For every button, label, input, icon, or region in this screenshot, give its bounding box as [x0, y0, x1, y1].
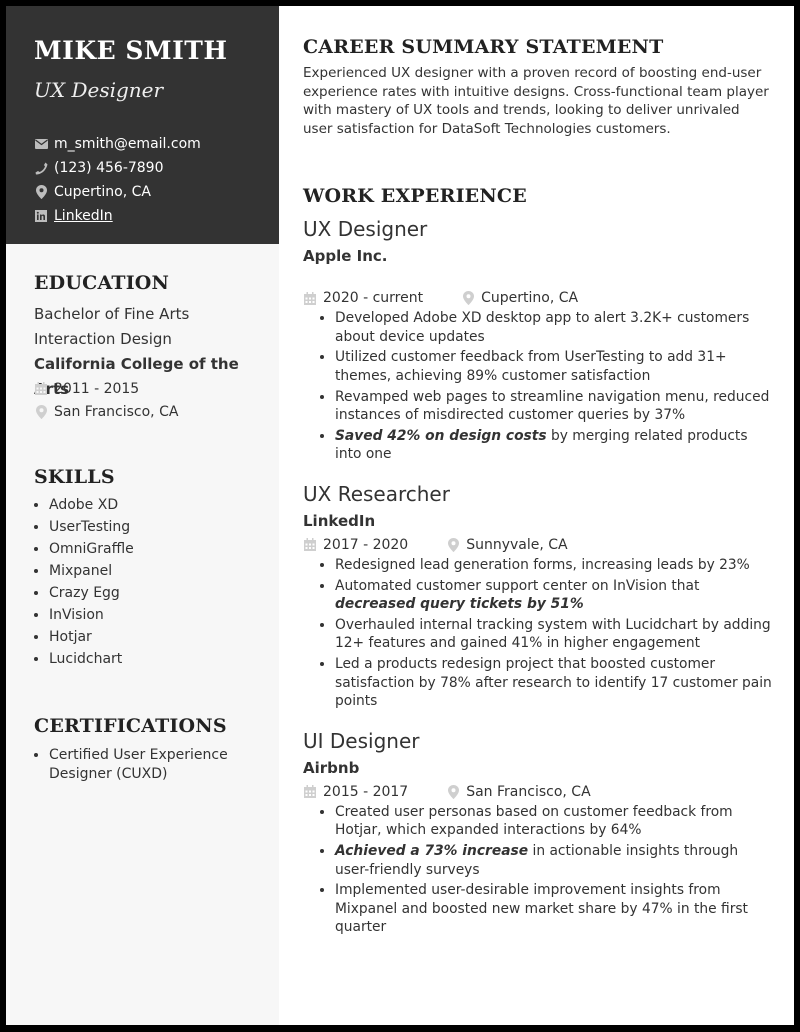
- skill-item: Adobe XD: [49, 494, 264, 516]
- job-dates: 2017 - 2020: [323, 536, 409, 553]
- education-dates-text: 2011 - 2015: [54, 380, 140, 397]
- job-bullet: Created user personas based on customer …: [335, 803, 773, 840]
- experience-section: WORK EXPERIENCE UX Designer Apple Inc. 2…: [303, 185, 773, 939]
- job-company: Apple Inc.: [303, 247, 388, 265]
- contact-phone: (123) 456-7890: [34, 156, 201, 180]
- education-location: San Francisco, CA: [34, 400, 264, 423]
- phone-text[interactable]: (123) 456-7890: [54, 160, 164, 176]
- job-location-text: Sunnyvale, CA: [466, 536, 568, 553]
- calendar-icon: [303, 538, 317, 552]
- job-bullet: Achieved a 73% increase in actionable in…: [335, 842, 773, 879]
- job-dates: 2020 - current: [323, 290, 424, 306]
- skills-heading: SKILLS: [34, 466, 115, 488]
- skill-item: Crazy Egg: [49, 582, 264, 604]
- experience-heading: WORK EXPERIENCE: [303, 185, 527, 207]
- candidate-name: MIKE SMITH: [34, 36, 228, 65]
- job-bullets: Developed Adobe XD desktop app to alert …: [303, 309, 773, 464]
- job-bullet: Developed Adobe XD desktop app to alert …: [335, 309, 773, 346]
- skill-item: Lucidchart: [49, 648, 264, 670]
- education-degree: Bachelor of Fine Arts: [34, 305, 190, 323]
- job-location-text: San Francisco, CA: [466, 783, 591, 800]
- calendar-icon: [303, 785, 317, 799]
- contact-list: m_smith@email.com (123) 456-7890 Cuperti…: [34, 132, 201, 228]
- contact-location: Cupertino, CA: [34, 180, 201, 204]
- job-location: Cupertino, CA: [461, 290, 578, 306]
- calendar-icon: [34, 382, 48, 396]
- job-bullet: Saved 42% on design costs by merging rel…: [335, 427, 773, 464]
- job-meta: 2015 - 2017 San Francisco, CA: [303, 781, 773, 803]
- job-bullet: Implemented user-desirable improvement i…: [335, 881, 773, 937]
- job-entry: UI Designer Airbnb 2015 - 2017 San Franc…: [303, 729, 773, 937]
- phone-icon: [34, 161, 48, 175]
- education-location-text: San Francisco, CA: [54, 403, 179, 420]
- education-section: EDUCATION Bachelor of Fine Arts Interact…: [34, 272, 264, 423]
- summary-heading: CAREER SUMMARY STATEMENT: [303, 36, 664, 58]
- job-bullet: Utilized customer feedback from UserTest…: [335, 348, 773, 385]
- skills-list: Adobe XD UserTesting OmniGraffle Mixpane…: [34, 494, 264, 670]
- sidebar: MIKE SMITH UX Designer m_smith@email.com…: [6, 6, 279, 1025]
- job-location-text: Cupertino, CA: [481, 290, 579, 306]
- envelope-icon: [34, 137, 48, 151]
- linkedin-icon: [34, 209, 48, 223]
- location-text: Cupertino, CA: [54, 184, 151, 200]
- job-title: UI Designer: [303, 728, 420, 753]
- job-meta: 2020 - current Cupertino, CA: [303, 287, 773, 309]
- linkedin-link[interactable]: LinkedIn: [54, 208, 113, 224]
- certifications-section: CERTIFICATIONS Certified User Experience…: [34, 715, 264, 784]
- summary-section: CAREER SUMMARY STATEMENT Experienced UX …: [303, 36, 773, 138]
- header: MIKE SMITH UX Designer m_smith@email.com…: [6, 6, 279, 244]
- map-pin-icon: [34, 404, 48, 419]
- job-bullet: Redesigned lead generation forms, increa…: [335, 556, 773, 575]
- education-heading: EDUCATION: [34, 272, 170, 294]
- skill-item: OmniGraffle: [49, 538, 264, 560]
- contact-email: m_smith@email.com: [34, 132, 201, 156]
- calendar-icon: [303, 291, 317, 305]
- summary-text: Experienced UX designer with a proven re…: [303, 65, 769, 137]
- job-title: UX Designer: [303, 217, 428, 241]
- skill-item: Hotjar: [49, 626, 264, 648]
- education-school: California College of the Arts: [34, 355, 239, 398]
- job-bullets: Redesigned lead generation forms, increa…: [303, 556, 773, 711]
- job-meta: 2017 - 2020 Sunnyvale, CA: [303, 534, 773, 556]
- certifications-heading: CERTIFICATIONS: [34, 715, 227, 737]
- job-company: LinkedIn: [303, 511, 376, 530]
- job-bullet: Revamped web pages to streamline navigat…: [335, 388, 773, 425]
- certification-item: Certified User Experience Designer (CUXD…: [49, 746, 244, 784]
- skill-item: Mixpanel: [49, 560, 264, 582]
- skill-item: InVision: [49, 604, 264, 626]
- job-entry: UX Researcher LinkedIn 2017 - 2020 Sunny…: [303, 482, 773, 711]
- email-text[interactable]: m_smith@email.com: [54, 136, 201, 152]
- map-pin-icon: [461, 291, 475, 305]
- education-major: Interaction Design: [34, 330, 172, 348]
- job-dates: 2015 - 2017: [323, 783, 409, 800]
- job-bullet: Led a products redesign project that boo…: [335, 655, 773, 711]
- job-location: San Francisco, CA: [446, 783, 591, 800]
- job-bullet: Overhauled internal tracking system with…: [335, 616, 773, 653]
- resume-page: MIKE SMITH UX Designer m_smith@email.com…: [6, 6, 794, 1025]
- map-pin-icon: [446, 537, 460, 552]
- candidate-title: UX Designer: [34, 78, 164, 102]
- job-bullet: Automated customer support center on InV…: [335, 577, 773, 614]
- contact-linkedin: LinkedIn: [34, 204, 201, 228]
- skills-section: SKILLS Adobe XD UserTesting OmniGraffle …: [34, 466, 264, 670]
- job-entry: UX Designer Apple Inc. 2020 - current Cu…: [303, 217, 773, 464]
- skill-item: UserTesting: [49, 516, 264, 538]
- certifications-list: Certified User Experience Designer (CUXD…: [34, 746, 244, 784]
- map-pin-icon: [446, 784, 460, 799]
- map-pin-icon: [34, 185, 48, 199]
- job-company: Airbnb: [303, 758, 360, 777]
- job-title: UX Researcher: [303, 481, 450, 506]
- job-location: Sunnyvale, CA: [446, 536, 568, 553]
- job-bullets: Created user personas based on customer …: [303, 803, 773, 937]
